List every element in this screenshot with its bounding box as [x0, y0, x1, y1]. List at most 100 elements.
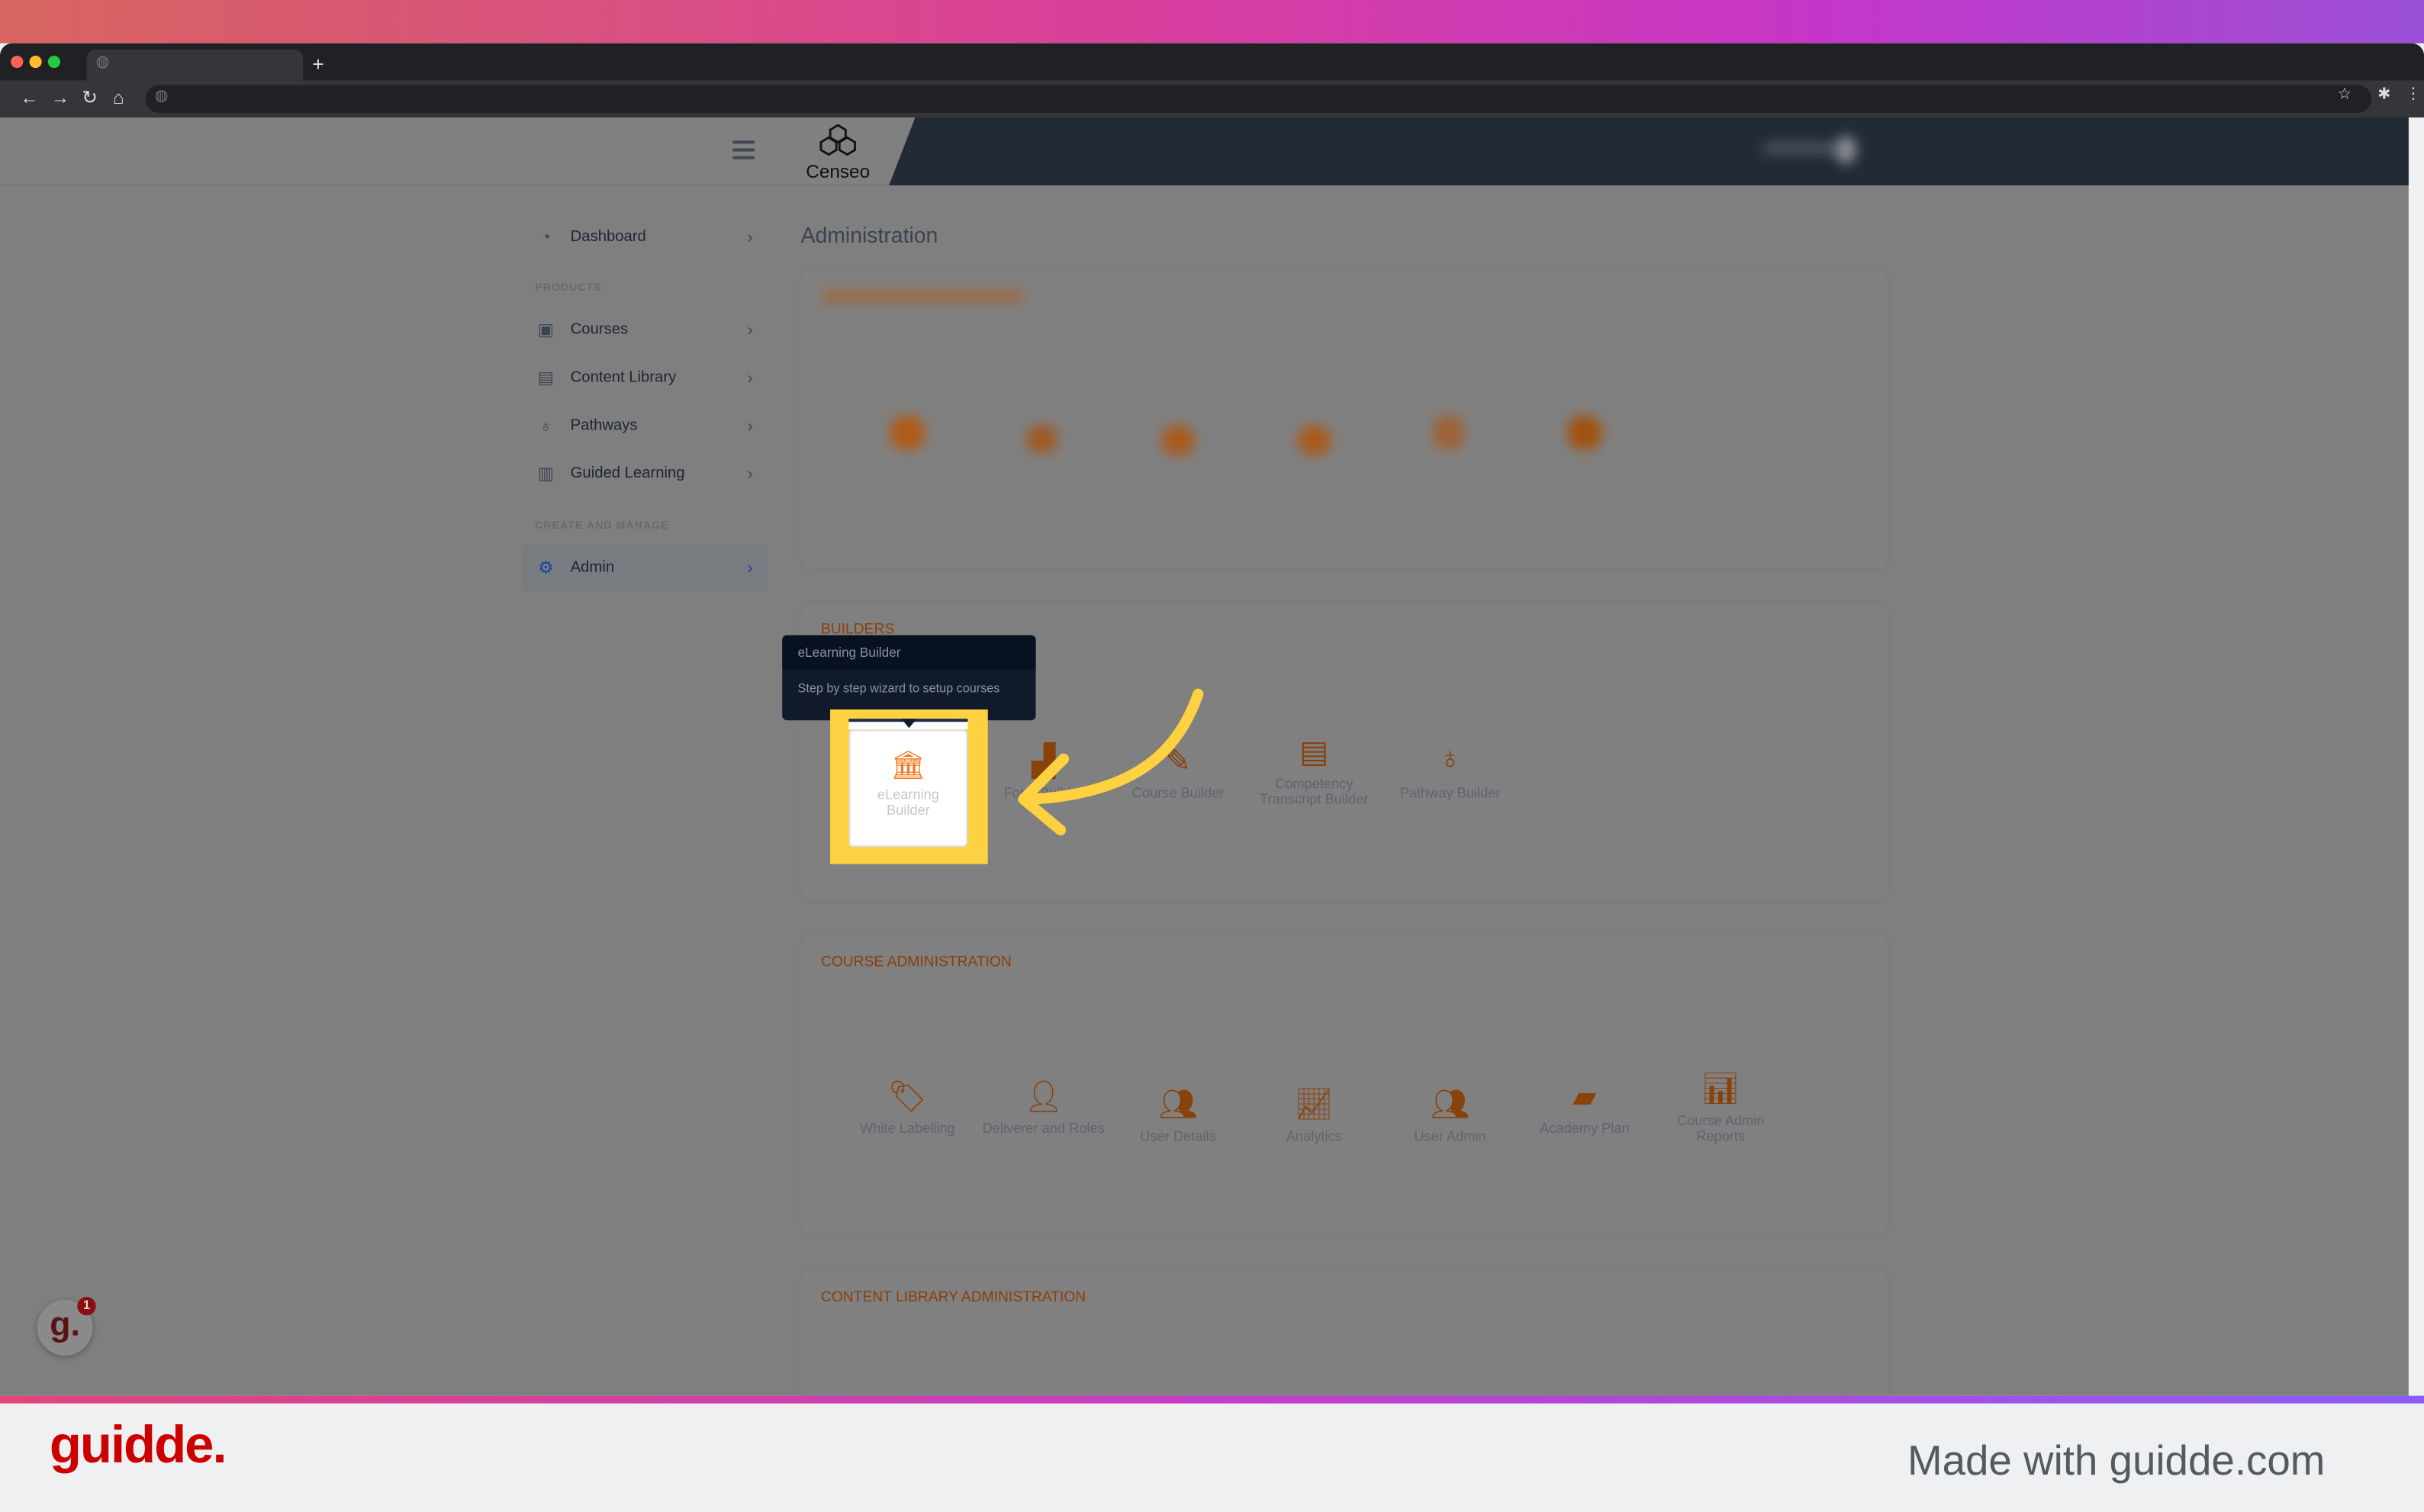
hamburger-menu-icon[interactable] [732, 140, 755, 159]
award-icon: ♁ [1438, 742, 1462, 777]
forward-icon[interactable]: → [51, 86, 69, 108]
sidebar-item-admin[interactable]: ⚙ Admin › [522, 544, 769, 593]
content-admin-title: CONTENT LIBRARY ADMINISTRATION [820, 1288, 1086, 1307]
chevron-right-icon: › [747, 464, 753, 484]
tooltip-arrow [901, 719, 917, 729]
tile-label: Competency Transcript Builder [1260, 776, 1369, 807]
dashboard-icon: ◔ [540, 227, 551, 247]
chevron-right-icon: › [747, 417, 753, 436]
sidebar-item-label: Admin [570, 559, 615, 577]
tile-pathway-builder[interactable]: ♁ Pathway Builder [1389, 742, 1512, 801]
user-name [1762, 142, 1840, 155]
tile-label: Academy Plan [1540, 1120, 1630, 1137]
sidebar-item-courses[interactable]: ▣ Courses › [523, 306, 768, 354]
user-avatar[interactable] [1835, 136, 1857, 164]
reload-icon[interactable]: ↻ [82, 86, 97, 108]
tile-label: Pathway Builder [1399, 785, 1501, 801]
sidebar-item-dashboard[interactable]: ◔ Dashboard › [523, 214, 768, 262]
tile-label: User Admin [1414, 1128, 1486, 1144]
browser-tab[interactable]: ◍ [86, 49, 304, 81]
courses-icon: ▣ [537, 321, 554, 340]
content-library-administration-card: CONTENT LIBRARY ADMINISTRATION [800, 1270, 1888, 1396]
tile-label: Analytics [1286, 1128, 1342, 1144]
users-icon: 👥︎ [1158, 1088, 1198, 1123]
tile-label: Course Admin Reports [1676, 1112, 1765, 1144]
tile-elearning-builder[interactable]: 🏛︎ eLearning Builder [848, 729, 968, 848]
bar-chart-icon: 📊︎ [1701, 1073, 1740, 1107]
course-admin-title: COURSE ADMINISTRATION [820, 954, 1012, 971]
app-header: Censeo [0, 117, 928, 186]
close-window-button[interactable] [11, 55, 24, 69]
course-administration-card: COURSE ADMINISTRATION 🏷︎ White Labelling … [800, 935, 1888, 1234]
made-with-text: Made with guidde.com [1907, 1437, 2326, 1485]
chevron-right-icon: › [747, 558, 753, 577]
address-bar[interactable]: ◍ [145, 85, 2372, 113]
footer-divider [0, 1395, 2424, 1404]
sidebar-item-pathways[interactable]: ♁ Pathways › [523, 402, 768, 450]
tooltip-body: Step by step wizard to setup courses [797, 681, 1000, 696]
chevron-right-icon: › [747, 320, 753, 339]
page-title: Administration [800, 222, 938, 248]
chart-line-icon: 📈︎ [1294, 1088, 1334, 1123]
pointer-arrow-icon [1018, 688, 1204, 836]
tile-user-details[interactable]: 👥︎ User Details [1116, 1085, 1240, 1144]
sidebar-item-label: Guided Learning [570, 465, 685, 483]
sidebar-item-label: Courses [570, 321, 629, 339]
tile-label: Deliverer and Roles [982, 1120, 1105, 1137]
tooltip-title: eLearning Builder [782, 635, 1036, 670]
sidebar-item-label: Pathways [570, 417, 638, 435]
tile-academy-plan[interactable]: ▰ Academy Plan [1523, 1077, 1647, 1136]
sidebar-item-guided-learning[interactable]: ▥ Guided Learning › [523, 450, 768, 498]
tile-deliverer-and-roles[interactable]: 👤︎ Deliverer and Roles [982, 1077, 1106, 1136]
tooltip: eLearning Builder Step by step wizard to… [782, 635, 1036, 721]
wallet-icon: ▰ [1573, 1080, 1597, 1115]
chevron-right-icon: › [747, 227, 753, 247]
header-dark-panel [889, 117, 2409, 186]
blurred-admin-card [800, 270, 1888, 569]
tile-user-admin[interactable]: 👥︎ User Admin [1389, 1085, 1512, 1144]
tile-competency-transcript-builder[interactable]: ▤ Competency Transcript Builder [1252, 732, 1376, 806]
guidde-badge[interactable]: g. 1 [37, 1296, 96, 1356]
logo-text: Censeo [806, 160, 871, 183]
app-viewport: Censeo ◔ Dashboard › PRODUCTS ▣ Courses › ▤ C… [0, 117, 2409, 1396]
award-icon: ♁ [539, 417, 552, 436]
tile-white-labelling[interactable]: 🏷︎ White Labelling [845, 1077, 969, 1136]
browser-chrome: ◍ + ← → ↻ ⌂ ◍ ☆ ✱ ⋮ [0, 43, 2424, 117]
sidebar-section-products: PRODUCTS [535, 282, 602, 294]
censeo-logo-icon [819, 124, 856, 156]
extensions-icon[interactable]: ✱ [2377, 86, 2390, 103]
badge-count: 1 [77, 1296, 96, 1316]
tile-label: User Details [1140, 1128, 1216, 1144]
star-icon[interactable]: ☆ [2338, 86, 2352, 103]
back-icon[interactable]: ← [20, 86, 38, 108]
footer: guidde. Made with guidde.com [0, 1403, 2424, 1512]
globe-icon: ◍ [154, 88, 169, 105]
browser-toolbar: ← → ↻ ⌂ ◍ ☆ ✱ ⋮ [0, 80, 2424, 117]
book-icon: ▤ [537, 369, 554, 388]
user-cog-icon: 👤︎ [1023, 1080, 1064, 1115]
tile-analytics[interactable]: 📈︎ Analytics [1252, 1085, 1376, 1144]
background-gradient [0, 0, 2424, 43]
sidebar-section-create-manage: CREATE AND MANAGE [535, 520, 669, 532]
sidebar-item-content-library[interactable]: ▤ Content Library › [523, 354, 768, 402]
institution-icon: 🏛︎ [890, 749, 926, 781]
tile-label: eLearning Builder [877, 787, 939, 818]
tile-course-admin-reports[interactable]: 📊︎ Course Admin Reports [1659, 1070, 1782, 1144]
sidebar-item-label: Content Library [570, 369, 677, 387]
menu-icon[interactable]: ⋮ [2406, 86, 2421, 103]
users-cog-icon: 👥︎ [1430, 1088, 1470, 1123]
tile-label: White Labelling [860, 1120, 955, 1137]
guidde-logo: guidde. [49, 1415, 227, 1475]
gear-icon: ⚙ [538, 559, 554, 578]
new-tab-button[interactable]: + [312, 53, 324, 76]
tag-icon: 🏷︎ [887, 1080, 928, 1115]
clipboard-list-icon: ▤ [1299, 735, 1329, 770]
blurred-card-title [822, 290, 1024, 304]
censeo-logo[interactable]: Censeo [801, 124, 875, 182]
globe-icon: ◍ [95, 53, 110, 72]
minimize-window-button[interactable] [29, 55, 42, 69]
home-icon[interactable]: ⌂ [113, 86, 124, 108]
maximize-window-button[interactable] [47, 55, 61, 69]
clipboard-icon: ▥ [537, 465, 554, 484]
sidebar-item-label: Dashboard [570, 228, 646, 246]
